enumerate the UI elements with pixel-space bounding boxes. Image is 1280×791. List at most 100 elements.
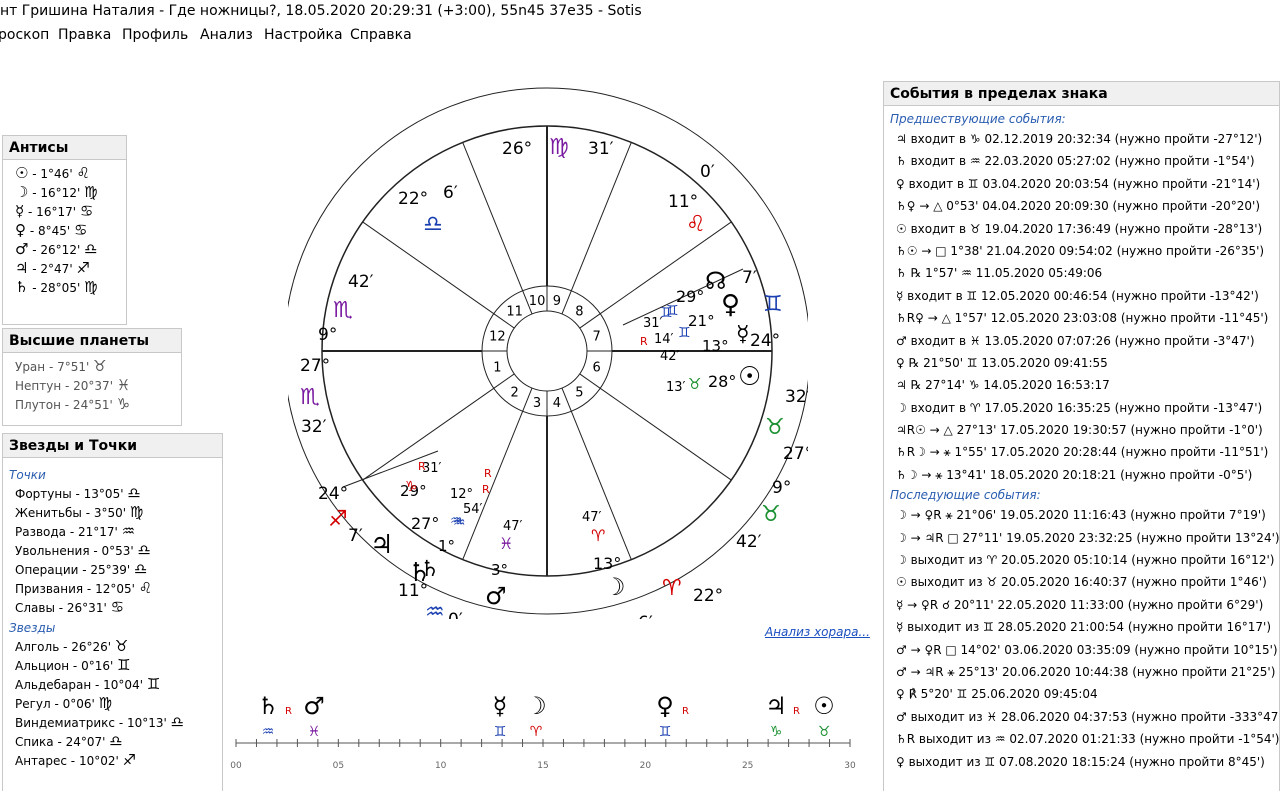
timeline-tick-label: 00: [230, 761, 242, 771]
event-row[interactable]: ♄ ℞ 1°57' ♒ 11.05.2020 05:49:06: [884, 262, 1279, 284]
sign-glyph: ♋: [79, 202, 94, 220]
timeline-planet-glyph[interactable]: ♀: [656, 692, 674, 720]
event-row[interactable]: ♂ → ♀R □ 14°02' 03.06.2020 03:35:09 (нуж…: [884, 639, 1279, 661]
node-degree: 29°: [676, 287, 704, 306]
planet-glyph: ☿: [15, 202, 25, 220]
point-row: Славы - 26°31' ♋: [15, 598, 222, 617]
event-row[interactable]: ♃R☉ → △ 27°13' 17.05.2020 19:30:57 (нужн…: [884, 419, 1279, 441]
cusp-minutes: 0′: [700, 162, 715, 182]
antiscia-value: - 26°12': [28, 243, 85, 257]
timeline-outer-planet-glyph[interactable]: ♆: [649, 771, 667, 772]
sign-glyph: ♉: [114, 637, 129, 655]
stars-label: Звезды: [9, 621, 56, 635]
sign-glyph: ♎: [137, 541, 151, 559]
star-row: Антарес - 10°02' ♐: [15, 751, 222, 770]
house-number: 6: [592, 361, 600, 376]
menu-analysis[interactable]: Анализ: [200, 24, 253, 46]
antiscia-row: ♂ - 26°12' ♎: [15, 240, 126, 259]
event-row[interactable]: ♀ ℞ 21°50' ♊ 13.05.2020 09:41:55: [884, 352, 1279, 374]
event-row[interactable]: ♃ входит в ♑ 02.12.2019 20:32:34 (нужно …: [884, 128, 1279, 150]
retrograde-mark: R: [640, 335, 648, 348]
event-row[interactable]: ♃ ℞ 27°14' ♑ 14.05.2020 16:53:17: [884, 374, 1279, 396]
event-row[interactable]: ♀ ℟ 5°20' ♊ 25.06.2020 09:45:04: [884, 683, 1279, 705]
event-row[interactable]: ☽ → ♃R □ 27°11' 19.05.2020 23:32:25 (нуж…: [884, 527, 1279, 549]
timeline-tick-label: 05: [333, 761, 344, 771]
item-label: Альцион - 0°16': [15, 659, 118, 673]
menu-help[interactable]: Справка: [350, 24, 412, 46]
jupiter-glyph[interactable]: ♃: [370, 530, 393, 560]
sign-glyph: ♎: [134, 560, 148, 578]
timeline-outer-planet-glyph[interactable]: ♅: [387, 771, 405, 772]
item-label: Алголь - 26°26': [15, 640, 115, 654]
event-row[interactable]: ☿ входит в ♊ 12.05.2020 00:46:54 (нужно …: [884, 285, 1279, 307]
sun-glyph[interactable]: ☉: [738, 362, 761, 392]
planet-glyph: ☽: [15, 183, 29, 201]
event-row[interactable]: ♂ входит в ♓ 13.05.2020 07:07:26 (нужно …: [884, 330, 1279, 352]
event-row[interactable]: ♄R♀ → △ 1°57' 12.05.2020 23:03:08 (нужно…: [884, 307, 1279, 329]
timeline-planet-glyph[interactable]: ♃: [765, 692, 787, 720]
cusp-sign-glyph: ♈: [662, 576, 682, 601]
point-row: Призвания - 12°05' ♌: [15, 579, 222, 598]
timeline-planet-glyph[interactable]: ☉: [813, 692, 835, 720]
points-label: Точки: [9, 468, 46, 482]
event-row[interactable]: ♄R выходит из ♒ 02.07.2020 01:21:33 (нуж…: [884, 728, 1279, 750]
event-row[interactable]: ☽ входит в ♈ 17.05.2020 16:35:25 (нужно …: [884, 397, 1279, 419]
cusp-degree: 11°: [668, 192, 698, 212]
event-row[interactable]: ♀ выходит из ♊ 07.08.2020 18:15:24 (нужн…: [884, 751, 1279, 773]
item-label: Увольнения - 0°53': [15, 544, 138, 558]
event-row[interactable]: ♂ выходит из ♓ 28.06.2020 04:37:53 (нужн…: [884, 706, 1279, 728]
event-row[interactable]: ♄R☽ → ⚹ 1°55' 17.05.2020 20:28:44 (нужно…: [884, 441, 1279, 463]
house-number: 12: [489, 329, 506, 344]
event-row[interactable]: ☽ выходит из ♈ 20.05.2020 05:10:14 (нужн…: [884, 549, 1279, 571]
event-row[interactable]: ☉ входит в ♉ 19.04.2020 17:36:49 (нужно …: [884, 218, 1279, 240]
house-number: 11: [506, 304, 523, 319]
saturn_b-glyph[interactable]: ♄: [420, 557, 440, 582]
planet-glyph: ♃: [15, 259, 29, 277]
node-glyph[interactable]: ☊: [705, 267, 726, 295]
retrograde-mark: R: [418, 460, 426, 473]
timeline-planet-glyph[interactable]: ♄: [257, 692, 279, 720]
following-label: Последующие события:: [890, 488, 1041, 503]
event-row[interactable]: ♄♀ → △ 0°53' 04.04.2020 20:09:30 (нужно …: [884, 195, 1279, 217]
timeline-tick-label: 15: [537, 761, 548, 771]
star-row: Регул - 0°06' ♍: [15, 694, 222, 713]
menu-horoscope[interactable]: роскоп: [0, 24, 49, 46]
timeline-sign-glyph: ♉: [818, 724, 831, 740]
antiscia-row: ♄ - 28°05' ♍: [15, 278, 126, 297]
event-row[interactable]: ♀ входит в ♊ 03.04.2020 20:03:54 (нужно …: [884, 173, 1279, 195]
event-row[interactable]: ☿ выходит из ♊ 28.05.2020 21:00:54 (нужн…: [884, 616, 1279, 638]
event-row[interactable]: ♄ входит в ♒ 22.03.2020 05:27:02 (нужно …: [884, 150, 1279, 172]
timeline-planet-glyph[interactable]: ☽: [525, 692, 547, 720]
timeline-planet-glyph[interactable]: ♂: [303, 692, 325, 720]
menu-bar: роскоп Правка Профиль Анализ Настройка С…: [0, 24, 1280, 46]
sign-glyph: ♌: [76, 164, 90, 182]
event-row[interactable]: ♄☽ → ⚹ 13°41' 18.05.2020 20:18:21 (нужно…: [884, 464, 1279, 486]
degree-timeline: 00051015202530♄R♒♂♓☿♊☽♈♀R♊♃R♑☉♉♅♉♆♓♇♑: [230, 692, 856, 772]
cusp-sign-glyph: ♊: [763, 292, 783, 317]
event-row[interactable]: ♂ → ♃R ⚹ 25°13' 20.06.2020 10:44:38 (нуж…: [884, 661, 1279, 683]
event-row[interactable]: ♄☉ → □ 1°38' 21.04.2020 09:54:02 (нужно …: [884, 240, 1279, 262]
cusp-degree: 42′: [736, 532, 762, 552]
cusp-minutes: 32′: [785, 387, 808, 407]
sign-glyph: ♒: [121, 522, 136, 540]
antiscia-value: - 1°46': [28, 167, 77, 181]
event-row[interactable]: ☉ выходит из ♉ 20.05.2020 16:40:37 (нужн…: [884, 571, 1279, 593]
event-row[interactable]: ☽ → ♀R ⚹ 21°06' 19.05.2020 11:16:43 (нуж…: [884, 504, 1279, 526]
cusp-minutes: 9°: [318, 325, 337, 345]
retrograde-mark: R: [482, 483, 490, 496]
menu-edit[interactable]: Правка: [58, 24, 111, 46]
timeline-planet-glyph[interactable]: ☿: [493, 692, 508, 720]
star-row: Спика - 24°07' ♎: [15, 732, 222, 751]
events-title: События в пределах знака: [884, 82, 1279, 106]
mercury-glyph[interactable]: ☿: [736, 322, 750, 347]
cusp-degree: 27°: [783, 444, 808, 464]
event-row[interactable]: ☿ → ♀R ☌ 20°11' 22.05.2020 11:33:00 (нуж…: [884, 594, 1279, 616]
cusp-degree: 24°: [750, 331, 780, 351]
events-panel[interactable]: События в пределах знака Предшествующие …: [883, 81, 1280, 791]
timeline-outer-planet-glyph[interactable]: ♇: [737, 771, 755, 772]
menu-settings[interactable]: Настройка: [264, 24, 343, 46]
moon-glyph[interactable]: ☽: [604, 573, 626, 601]
menu-profile[interactable]: Профиль: [122, 24, 188, 46]
moon-sign: ♈: [591, 526, 605, 545]
timeline-tick-label: 20: [640, 761, 652, 771]
